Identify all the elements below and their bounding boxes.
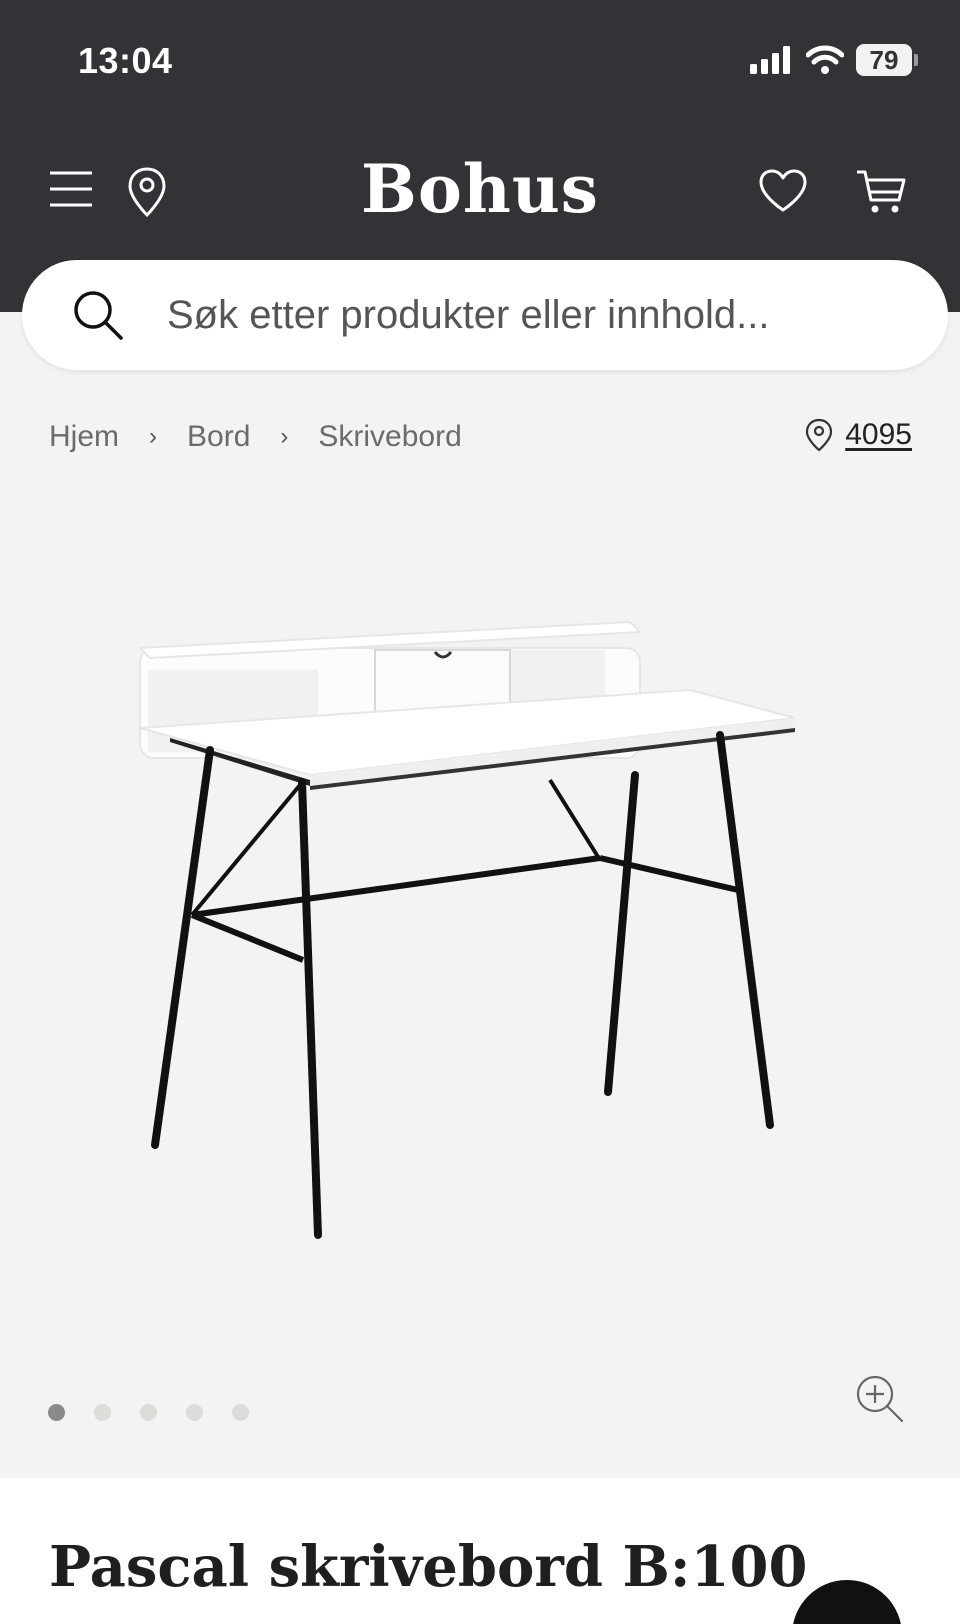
product-image[interactable] [130, 610, 830, 1290]
breadcrumb: Hjem › Bord › Skrivebord [49, 420, 462, 454]
search-icon[interactable] [72, 289, 124, 341]
postal-code[interactable]: 4095 [845, 418, 912, 452]
search-input[interactable] [167, 278, 907, 352]
breadcrumb-home[interactable]: Hjem [49, 420, 119, 454]
gallery-dot[interactable] [232, 1404, 249, 1421]
location-pin-icon [806, 418, 833, 452]
gallery-dot[interactable] [140, 1404, 157, 1421]
gallery-dot[interactable] [48, 1404, 65, 1421]
wifi-icon [806, 45, 844, 74]
zoom-in-icon[interactable] [855, 1374, 905, 1424]
status-icons: 79 [750, 44, 918, 76]
cart-icon[interactable] [855, 168, 907, 216]
battery-icon: 79 [856, 44, 918, 76]
status-time: 13:04 [78, 40, 173, 81]
search-bar[interactable] [22, 260, 948, 370]
battery-level: 79 [856, 44, 912, 76]
breadcrumb-skrivebord[interactable]: Skrivebord [318, 420, 461, 454]
brand-logo[interactable]: Bohus [0, 150, 960, 228]
signal-icon [750, 46, 790, 74]
heart-icon[interactable] [758, 168, 808, 214]
breadcrumb-bord[interactable]: Bord [187, 420, 250, 454]
product-info-section: Pascal skrivebord B:100 [0, 1478, 960, 1624]
gallery-dot[interactable] [186, 1404, 203, 1421]
product-title: Pascal skrivebord B:100 [49, 1534, 808, 1600]
gallery-dot[interactable] [94, 1404, 111, 1421]
postal-code-selector[interactable]: 4095 [805, 418, 912, 452]
chevron-right-icon: › [280, 423, 289, 450]
gallery-pagination [48, 1404, 249, 1421]
floating-action-button[interactable] [792, 1580, 902, 1624]
chevron-right-icon: › [149, 423, 158, 450]
